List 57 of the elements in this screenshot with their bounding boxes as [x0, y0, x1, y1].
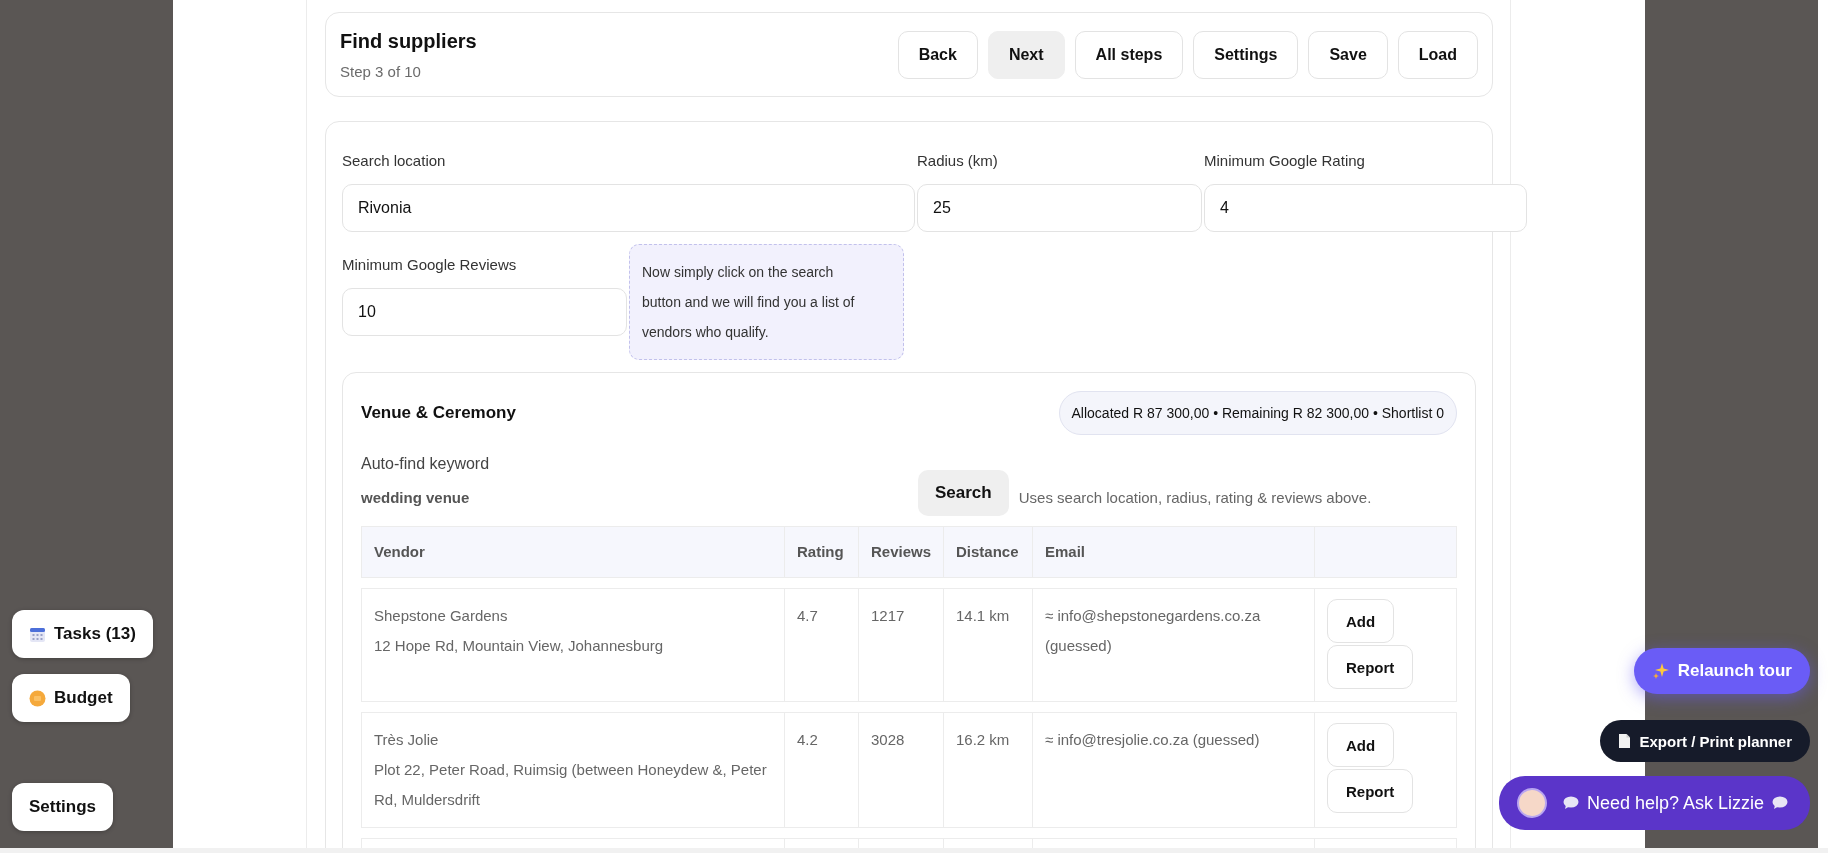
column-header: Rating [785, 527, 859, 577]
table-cell-text: 14.1 km [956, 606, 1010, 626]
table-cell-text: ≈ info@shepstonegardens.co.za (guessed) [1045, 606, 1262, 656]
field-label: Minimum Google Reviews [342, 256, 518, 275]
avatar-icon [1516, 788, 1547, 818]
sparkle-icon [1651, 662, 1670, 680]
row-action-button[interactable]: Report [1327, 769, 1414, 813]
table-cell-text: 4.2 [797, 730, 818, 750]
table-cell-text: 4.7 [797, 606, 818, 626]
floating-button[interactable]: Export / Print planner [1600, 720, 1810, 762]
toolbar-button[interactable]: Settings [1193, 30, 1299, 79]
keyword-label: Auto-find keyword [361, 455, 491, 473]
chat-bubble-icon [1562, 796, 1579, 810]
input-field[interactable]: 4 [1204, 184, 1527, 232]
field-label: Radius (km) [917, 152, 999, 171]
coin-icon [29, 689, 46, 707]
section-title: Venue & Ceremony [361, 403, 516, 423]
toolbar-button[interactable]: All steps [1074, 30, 1184, 79]
vendor-address: 12 Hope Rd, Mountain View, Johannesburg [374, 636, 664, 656]
side-button[interactable]: Tasks (13) [12, 610, 153, 658]
table-cell-text: 16.2 km [956, 730, 1010, 750]
keyword-value: wedding venue [361, 489, 471, 506]
vendor-name: Shepstone Gardens [374, 606, 508, 626]
chat-bubble-icon [1772, 796, 1788, 810]
column-header: Email [1033, 527, 1315, 577]
floating-button[interactable]: Need help? Ask Lizzie [1498, 776, 1810, 830]
tour-tooltip: Now simply click on the search button and we will find you a list of vendors who qualify. [629, 244, 904, 360]
table-cell-text: 1217 [871, 606, 905, 626]
search-hint: Uses search location, radius, rating & reviews above. [1018, 489, 1372, 506]
toolbar-button[interactable]: Back [897, 30, 978, 79]
field-label: Minimum Google Rating [1204, 152, 1366, 171]
row-action-button[interactable]: Add [1327, 723, 1395, 767]
side-button[interactable]: Settings [12, 783, 114, 831]
table-cell-text: ≈ info@tresjolie.co.za (guessed) [1045, 730, 1260, 750]
toolbar-button[interactable]: Next [987, 30, 1065, 79]
column-header: Vendor [362, 527, 785, 577]
input-field[interactable]: Rivonia [342, 184, 915, 232]
vendor-address: Plot 22, Peter Road, Ruimsig (between Honeydew &, Peter Rd, Muldersdrift [374, 760, 768, 810]
toolbar-button[interactable]: Load [1397, 30, 1478, 79]
column-header: Reviews [859, 527, 944, 577]
column-header: Distance [944, 527, 1033, 577]
input-field[interactable]: 25 [917, 184, 1202, 232]
search-button[interactable]: Search [918, 470, 1009, 516]
floating-button[interactable]: Relaunch tour [1633, 648, 1810, 694]
document-icon [1618, 733, 1632, 749]
budget-summary: Allocated R 87 300,00 • Remaining R 82 300,00 • Shortlist 0 [1058, 391, 1457, 435]
toolbar-button[interactable]: Save [1308, 30, 1388, 79]
page-title: Find suppliers [340, 29, 477, 53]
step-indicator: Step 3 of 10 [340, 62, 422, 80]
row-action-button[interactable]: Report [1327, 645, 1414, 689]
side-button[interactable]: Budget [12, 674, 130, 722]
vendor-name: Très Jolie [374, 730, 439, 750]
input-field[interactable]: 10 [342, 288, 627, 336]
table-cell-text: 3028 [871, 730, 905, 750]
row-action-button[interactable]: Add [1327, 599, 1395, 643]
field-label: Search location [342, 152, 447, 171]
calendar-icon [29, 625, 46, 643]
